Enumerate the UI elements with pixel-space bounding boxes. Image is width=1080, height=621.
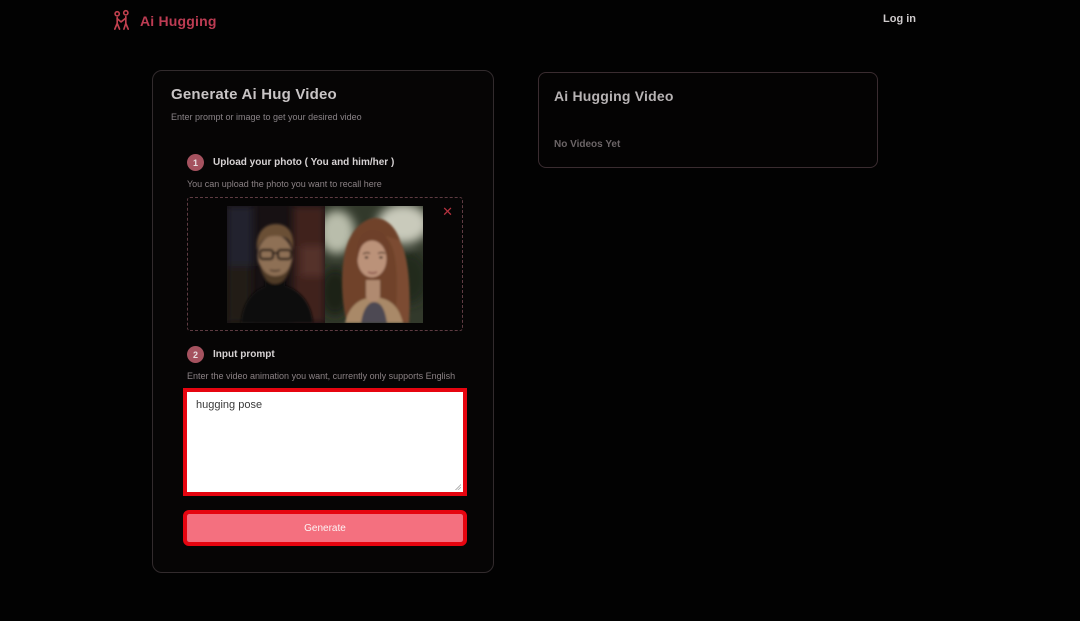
- generator-card: Generate Ai Hug Video Enter prompt or im…: [152, 70, 494, 573]
- photo-upload-dropzone[interactable]: ✕: [187, 197, 463, 331]
- step1-number-badge: 1: [187, 154, 204, 171]
- login-link[interactable]: Log in: [883, 13, 916, 25]
- uploaded-photo-man: [227, 205, 325, 323]
- step1-label: Upload your photo ( You and him/her ): [213, 157, 395, 168]
- logo-text: Ai Hugging: [140, 12, 217, 29]
- results-empty-message: No Videos Yet: [554, 139, 621, 150]
- step1-description: You can upload the photo you want to rec…: [187, 179, 382, 189]
- uploaded-photo-woman: [325, 205, 423, 323]
- results-title: Ai Hugging Video: [554, 88, 674, 104]
- header: Ai Hugging Log in: [0, 0, 1080, 42]
- page: Ai Hugging Log in Generate Ai Hug Video …: [0, 0, 1080, 621]
- generator-subtitle: Enter prompt or image to get your desire…: [171, 112, 362, 122]
- logo[interactable]: Ai Hugging: [110, 9, 217, 32]
- step2-number-badge: 2: [187, 346, 204, 363]
- people-hug-icon: [110, 9, 133, 32]
- prompt-input[interactable]: hugging pose: [183, 388, 467, 496]
- remove-photo-close-icon[interactable]: ✕: [440, 203, 455, 220]
- generate-button[interactable]: Generate: [183, 510, 467, 546]
- step2-label: Input prompt: [213, 349, 275, 360]
- generator-title: Generate Ai Hug Video: [171, 86, 337, 103]
- step2-row: 2 Input prompt: [187, 346, 275, 363]
- step2-description: Enter the video animation you want, curr…: [187, 371, 456, 381]
- uploaded-photo-preview: [227, 205, 423, 323]
- results-card: Ai Hugging Video No Videos Yet: [538, 72, 878, 168]
- step1-row: 1 Upload your photo ( You and him/her ): [187, 154, 394, 171]
